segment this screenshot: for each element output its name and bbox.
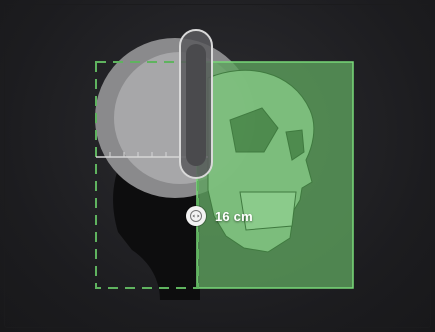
xray-positioning-viewer: 16 cm	[0, 0, 435, 332]
measurement-readout: 16 cm	[186, 205, 253, 227]
measurement-value: 16 cm	[215, 208, 253, 224]
horizontal-arrows-icon	[190, 210, 202, 222]
positioning-scene	[95, 29, 354, 300]
ear-rod-inner	[186, 44, 206, 166]
measure-handle[interactable]	[186, 206, 206, 226]
